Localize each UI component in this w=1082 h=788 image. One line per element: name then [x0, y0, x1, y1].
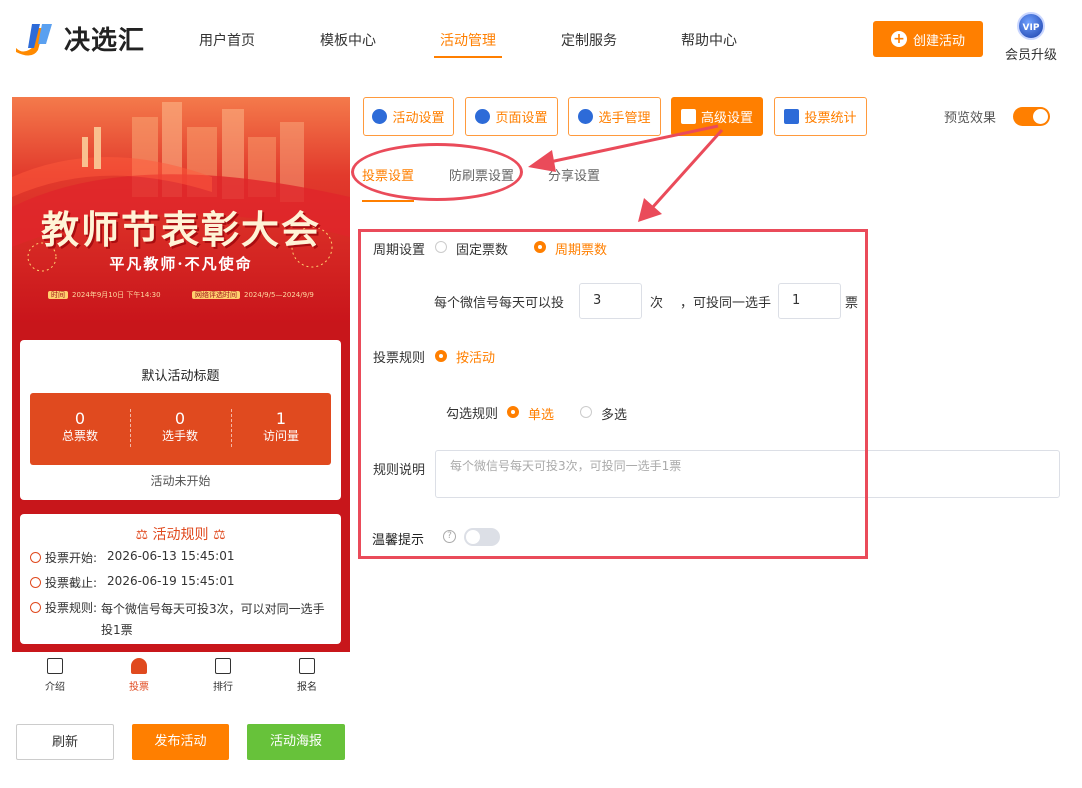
tool-page-settings[interactable]: 页面设置: [465, 97, 558, 136]
publish-activity-button[interactable]: 发布活动: [132, 724, 229, 760]
plus-icon: +: [890, 31, 907, 47]
stat-contestants: 0 选手数: [130, 410, 230, 444]
alert-circle-icon: [30, 602, 41, 613]
nav-item-templates[interactable]: 模板中心: [320, 30, 376, 50]
rules-title-text: 活动规则: [152, 527, 209, 543]
rule-start-value: 2026-06-13 15:45:01: [107, 549, 235, 563]
tab-ranking[interactable]: 排行: [198, 658, 248, 693]
activity-summary-card: 默认活动标题 0 总票数 0 选手数 1 访问量 活动未开始: [20, 340, 341, 500]
tab-label: 投票: [129, 682, 149, 693]
clock-icon: [30, 577, 41, 588]
subtab-active-underline: [362, 200, 414, 202]
refresh-button[interactable]: 刷新: [16, 724, 114, 760]
tab-label: 排行: [213, 682, 233, 693]
stat-label: 访问量: [262, 429, 299, 443]
tab-label: 报名: [297, 682, 317, 693]
clock-icon: [30, 552, 41, 563]
document-icon: [47, 658, 63, 674]
rule-voting: 投票规则: 每个微信号每天可投3次，可以对同一选手 投1票: [30, 599, 325, 641]
users-icon: [578, 109, 594, 124]
activity-rules-card: ⚖ 活动规则 ⚖ 投票开始: 2026-06-13 15:45:01 投票截止:…: [20, 514, 341, 644]
rule-end-value: 2026-06-19 15:45:01: [107, 574, 235, 588]
brand-logo[interactable]: 决选汇: [12, 18, 145, 58]
rule-voting-value: 每个微信号每天可投3次，可以对同一选手 投1票: [101, 599, 325, 641]
rule-start-label: 投票开始:: [45, 551, 98, 565]
tool-label: 选手管理: [598, 111, 651, 126]
banner-meta-right: 网络评选时间 2024/9/5—2024/9/9: [192, 290, 314, 300]
star-icon: [372, 109, 388, 124]
highlight-box: [358, 229, 868, 559]
nav-item-custom-service[interactable]: 定制服务: [561, 30, 617, 50]
nav-item-activity-management[interactable]: 活动管理: [440, 30, 496, 50]
rule-voting-value-line1: 每个微信号每天可投3次，可以对同一选手: [101, 602, 325, 616]
banner-meta-left-text: 2024年9月10日 下午14:30: [72, 291, 161, 299]
gavel-icon: ⚖: [212, 527, 226, 543]
tab-vote[interactable]: 投票: [114, 658, 164, 693]
stat-total-votes: 0 总票数: [30, 410, 130, 444]
create-activity-button[interactable]: + 创建活动: [873, 21, 983, 57]
gear-icon: [475, 109, 491, 124]
activity-status: 活动未开始: [150, 474, 211, 488]
rule-end: 投票截止: 2026-06-19 15:45:01: [30, 574, 235, 591]
banner-subtitle: 平凡教师·不凡使命: [109, 255, 253, 273]
banner-meta-left: 时间 2024年9月10日 下午14:30: [48, 290, 161, 300]
ranking-icon: [215, 658, 231, 674]
banner-title: 教师节表彰大会: [40, 207, 321, 252]
tool-contestant-management[interactable]: 选手管理: [568, 97, 661, 136]
preview-toggle-label: 预览效果: [944, 111, 997, 126]
preview-toggle[interactable]: [1013, 107, 1050, 126]
brand-name: 决选汇: [64, 25, 146, 56]
activity-title: 默认活动标题: [141, 369, 220, 384]
activity-poster-button[interactable]: 活动海报: [247, 724, 345, 760]
tab-signup[interactable]: 报名: [282, 658, 332, 693]
banner-meta-right-text: 2024/9/5—2024/9/9: [244, 291, 314, 299]
preview-tabbar: 介绍 投票 排行 报名: [12, 652, 350, 700]
person-icon: [131, 658, 147, 674]
rule-end-label: 投票截止:: [45, 576, 98, 590]
tool-activity-settings[interactable]: 活动设置: [363, 97, 454, 136]
tool-label: 投票统计: [804, 111, 857, 126]
rule-voting-value-line2: 投1票: [101, 623, 133, 637]
nav-item-help-center[interactable]: 帮助中心: [681, 30, 737, 50]
stats-panel: 0 总票数 0 选手数 1 访问量: [30, 393, 331, 465]
stat-value: 0: [74, 409, 86, 428]
stat-visits: 1 访问量: [231, 410, 331, 444]
tab-intro[interactable]: 介绍: [30, 658, 80, 693]
tab-label: 介绍: [45, 682, 65, 693]
vip-badge-icon: VIP: [1017, 12, 1045, 40]
stat-label: 总票数: [61, 429, 98, 443]
rules-title: ⚖ 活动规则 ⚖: [20, 524, 341, 544]
gavel-icon: ⚖: [135, 527, 149, 543]
create-activity-label: 创建活动: [912, 33, 965, 49]
subtab-share-settings[interactable]: 分享设置: [548, 165, 600, 184]
logo-mark-icon: [12, 18, 58, 58]
banner-meta-right-tag: 网络评选时间: [192, 291, 240, 299]
bar-chart-icon: [784, 109, 800, 124]
highlight-ellipse: [351, 143, 523, 201]
tool-label: 高级设置: [700, 111, 753, 126]
sliders-icon: [680, 109, 696, 124]
rule-start: 投票开始: 2026-06-13 15:45:01: [30, 549, 235, 566]
banner-meta-left-tag: 时间: [48, 291, 68, 299]
tool-vote-statistics[interactable]: 投票统计: [774, 97, 867, 136]
stat-label: 选手数: [161, 429, 198, 443]
vip-upgrade[interactable]: VIP 会员升级: [1003, 12, 1059, 63]
stat-value: 1: [275, 409, 287, 428]
tool-advanced-settings[interactable]: 高级设置: [671, 97, 763, 136]
nav-item-home[interactable]: 用户首页: [199, 30, 255, 50]
rule-voting-label: 投票规则:: [45, 601, 98, 615]
nav-active-underline: [434, 56, 502, 58]
tool-label: 页面设置: [495, 111, 548, 126]
preview-banner: 教师节表彰大会 平凡教师·不凡使命 时间 2024年9月10日 下午14:30 网…: [12, 97, 350, 322]
tool-label: 活动设置: [392, 111, 445, 126]
top-header: 决选汇 用户首页 模板中心 活动管理 定制服务 帮助中心 + 创建活动 VIP …: [0, 0, 1082, 80]
signup-icon: [299, 658, 315, 674]
stat-value: 0: [174, 409, 186, 428]
mobile-preview: 教师节表彰大会 平凡教师·不凡使命 时间 2024年9月10日 下午14:30 网…: [12, 97, 350, 652]
vip-label: 会员升级: [1004, 48, 1057, 63]
